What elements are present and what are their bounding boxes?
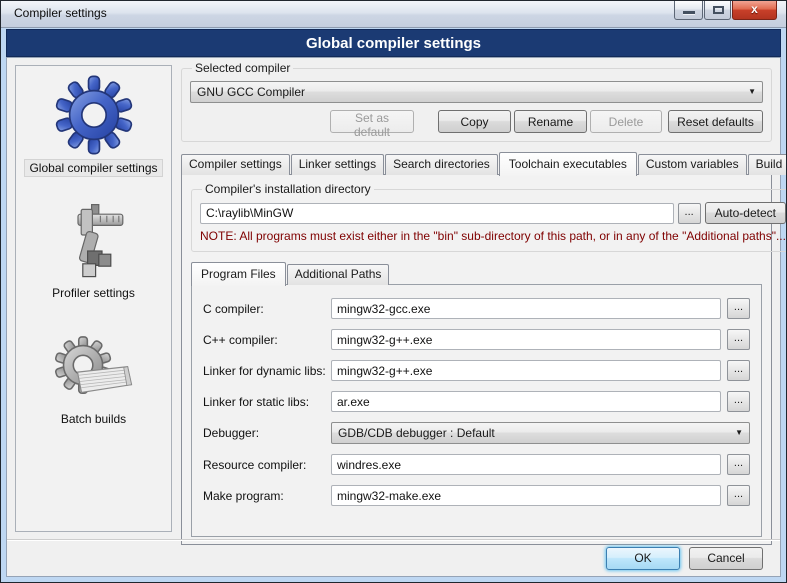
delete-button[interactable]: Delete bbox=[590, 110, 662, 133]
field-label: Debugger: bbox=[203, 426, 331, 440]
chevron-down-icon: ▼ bbox=[735, 423, 743, 443]
set-as-default-button[interactable]: Set as default bbox=[330, 110, 414, 133]
minimize-icon bbox=[683, 11, 695, 14]
tab-custom-variables[interactable]: Custom variables bbox=[638, 154, 747, 175]
field-row-static-linker: Linker for static libs: ... bbox=[203, 391, 750, 412]
page-title: Global compiler settings bbox=[6, 29, 781, 57]
field-label: Linker for dynamic libs: bbox=[203, 364, 331, 378]
toolchain-executables-page: Compiler's installation directory ... Au… bbox=[181, 174, 772, 545]
field-label: Make program: bbox=[203, 489, 331, 503]
field-row-make-program: Make program: ... bbox=[203, 485, 750, 506]
dialog-content: Global compiler settings bbox=[6, 57, 781, 577]
chevron-down-icon: ▼ bbox=[748, 82, 756, 102]
installation-directory-row: ... Auto-detect bbox=[200, 202, 786, 224]
field-row-debugger: Debugger: GDB/CDB debugger : Default ▼ bbox=[203, 422, 750, 444]
field-label: Resource compiler: bbox=[203, 458, 331, 472]
copy-button[interactable]: Copy bbox=[438, 110, 511, 133]
close-button[interactable]: x bbox=[732, 1, 777, 20]
c-compiler-input[interactable] bbox=[331, 298, 721, 319]
ok-button[interactable]: OK bbox=[606, 547, 680, 570]
dynamic-linker-input[interactable] bbox=[331, 360, 721, 381]
field-row-dynamic-linker: Linker for dynamic libs: ... bbox=[203, 360, 750, 381]
sidebar-item-batch-builds[interactable]: Batch builds bbox=[16, 329, 171, 427]
field-label: Linker for static libs: bbox=[203, 395, 331, 409]
program-files-panel: C compiler: ... C++ compiler: ... bbox=[191, 284, 762, 537]
sidebar-item-label: Profiler settings bbox=[48, 285, 139, 301]
maximize-button[interactable] bbox=[704, 1, 731, 20]
tab-compiler-settings[interactable]: Compiler settings bbox=[181, 154, 290, 175]
caliper-icon bbox=[51, 203, 137, 283]
browse-static-linker-button[interactable]: ... bbox=[727, 391, 750, 412]
browse-directory-button[interactable]: ... bbox=[678, 203, 701, 224]
auto-detect-button[interactable]: Auto-detect bbox=[705, 202, 786, 224]
tab-search-directories[interactable]: Search directories bbox=[385, 154, 498, 175]
minimize-button[interactable] bbox=[674, 1, 703, 20]
browse-resource-compiler-button[interactable]: ... bbox=[727, 454, 750, 475]
compiler-settings-dialog: Compiler settings x Global compiler sett… bbox=[0, 0, 787, 583]
subtab-additional-paths[interactable]: Additional Paths bbox=[287, 264, 390, 285]
main-panel: Selected compiler GNU GCC Compiler ▼ Set… bbox=[181, 61, 772, 534]
note-text: NOTE: All programs must exist either in … bbox=[200, 229, 786, 243]
make-program-input[interactable] bbox=[331, 485, 721, 506]
static-linker-input[interactable] bbox=[331, 391, 721, 412]
compiler-select-value: GNU GCC Compiler bbox=[197, 85, 305, 99]
tab-toolchain-executables[interactable]: Toolchain executables bbox=[499, 152, 637, 176]
sidebar-item-global-compiler-settings[interactable]: Global compiler settings bbox=[16, 73, 171, 177]
close-icon: x bbox=[733, 2, 776, 16]
sidebar-item-profiler-settings[interactable]: Profiler settings bbox=[16, 203, 171, 301]
debugger-select[interactable]: GDB/CDB debugger : Default ▼ bbox=[331, 422, 750, 444]
titlebar[interactable]: Compiler settings x bbox=[1, 1, 786, 28]
field-row-resource-compiler: Resource compiler: ... bbox=[203, 454, 750, 475]
blue-gear-icon bbox=[51, 73, 137, 157]
selected-compiler-group: Selected compiler GNU GCC Compiler ▼ Set… bbox=[181, 61, 772, 142]
field-row-cpp-compiler: C++ compiler: ... bbox=[203, 329, 750, 350]
tab-linker-settings[interactable]: Linker settings bbox=[291, 154, 384, 175]
installation-directory-input[interactable] bbox=[200, 203, 674, 224]
subtab-program-files[interactable]: Program Files bbox=[191, 262, 286, 286]
field-row-c-compiler: C compiler: ... bbox=[203, 298, 750, 319]
installation-directory-legend: Compiler's installation directory bbox=[202, 182, 374, 196]
compiler-button-row: Set as default Copy Rename Delete Reset … bbox=[190, 110, 763, 133]
browse-dynamic-linker-button[interactable]: ... bbox=[727, 360, 750, 381]
resource-compiler-input[interactable] bbox=[331, 454, 721, 475]
cancel-button[interactable]: Cancel bbox=[689, 547, 763, 570]
gear-stack-icon bbox=[51, 329, 137, 409]
field-label: C++ compiler: bbox=[203, 333, 331, 347]
paths-subtabstrip: Program Files Additional Paths bbox=[191, 262, 762, 285]
reset-defaults-button[interactable]: Reset defaults bbox=[668, 110, 763, 133]
cpp-compiler-input[interactable] bbox=[331, 329, 721, 350]
sidebar-item-label: Batch builds bbox=[57, 411, 130, 427]
sidebar-item-label: Global compiler settings bbox=[24, 159, 162, 177]
browse-make-program-button[interactable]: ... bbox=[727, 485, 750, 506]
dialog-footer: OK Cancel bbox=[7, 539, 780, 576]
field-label: C compiler: bbox=[203, 302, 331, 316]
selected-compiler-legend: Selected compiler bbox=[192, 61, 293, 75]
window-title: Compiler settings bbox=[14, 6, 107, 20]
settings-tabstrip: Compiler settings Linker settings Search… bbox=[181, 151, 772, 175]
maximize-icon bbox=[713, 6, 724, 14]
debugger-select-value: GDB/CDB debugger : Default bbox=[338, 426, 495, 440]
installation-directory-group: Compiler's installation directory ... Au… bbox=[191, 182, 787, 252]
compiler-select[interactable]: GNU GCC Compiler ▼ bbox=[190, 81, 763, 103]
browse-c-compiler-button[interactable]: ... bbox=[727, 298, 750, 319]
settings-category-list: Global compiler settings bbox=[15, 65, 172, 532]
rename-button[interactable]: Rename bbox=[514, 110, 587, 133]
browse-cpp-compiler-button[interactable]: ... bbox=[727, 329, 750, 350]
caption-buttons: x bbox=[673, 1, 777, 20]
tab-build-options[interactable]: Build options bbox=[748, 154, 787, 175]
